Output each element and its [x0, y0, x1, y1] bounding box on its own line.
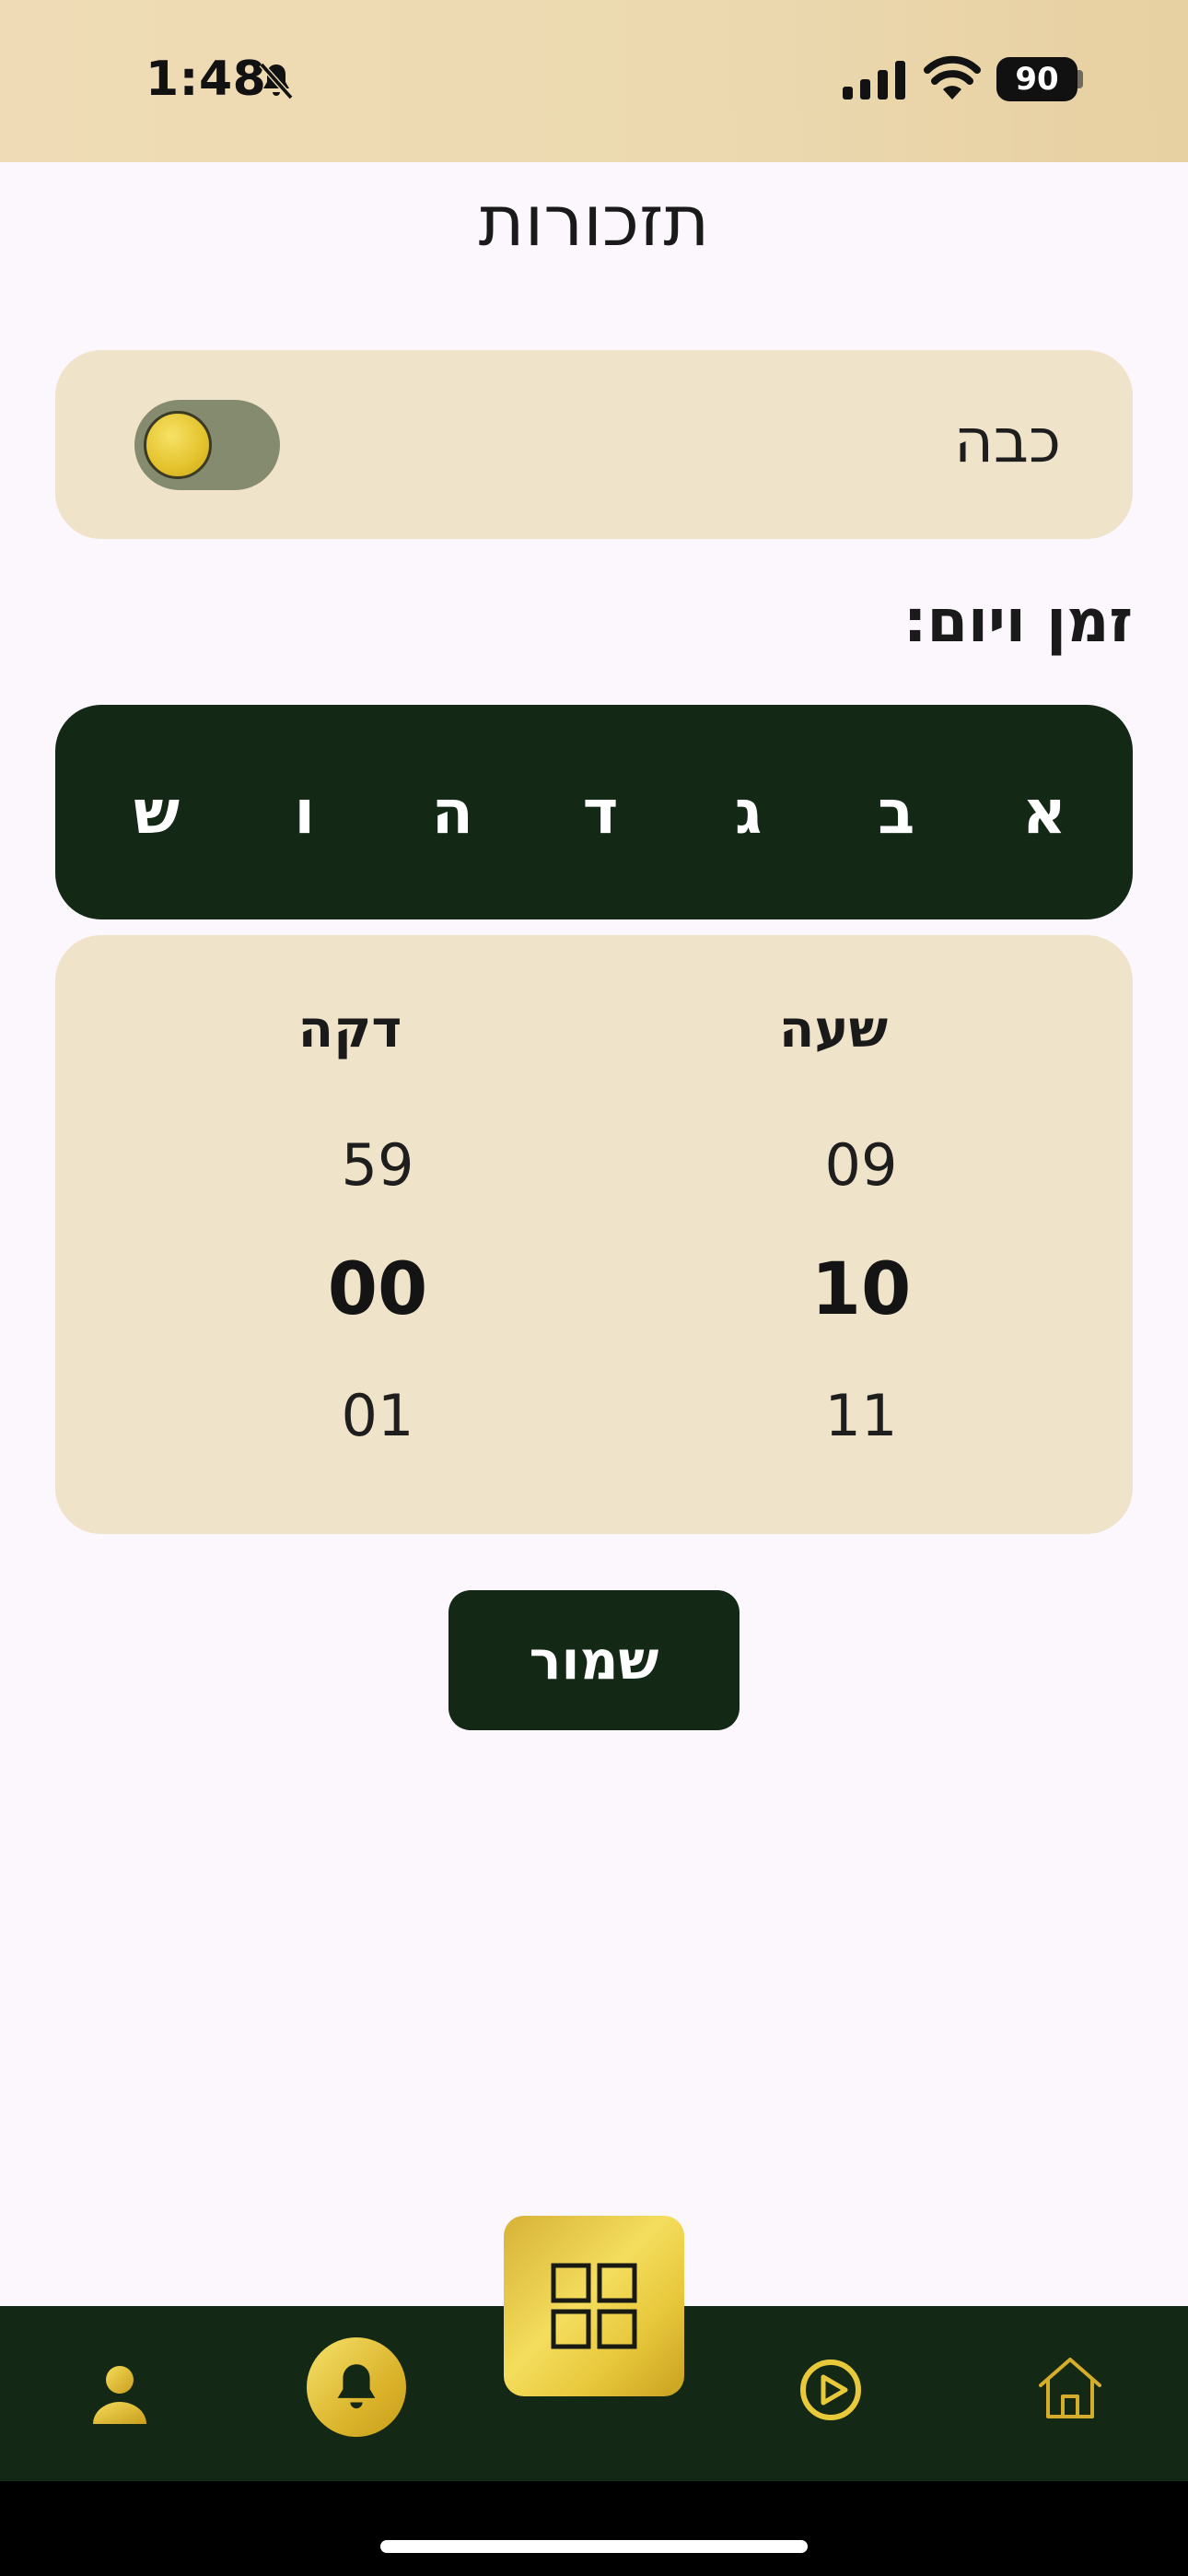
day-item-sunday[interactable]: א	[1017, 777, 1072, 848]
page-title: תזכורות	[478, 180, 710, 262]
home-indicator-area	[0, 2481, 1188, 2576]
toggle-knob	[144, 411, 212, 479]
hour-option-selected[interactable]: 10	[723, 1248, 999, 1331]
save-button[interactable]: שמור	[448, 1590, 740, 1730]
signal-icon	[843, 61, 905, 100]
hour-option-next[interactable]: 11	[723, 1382, 999, 1449]
minute-label: דקה	[297, 1000, 402, 1060]
toggle-card: כבה	[55, 350, 1133, 539]
bell-icon[interactable]	[307, 2337, 406, 2437]
hour-option-prev[interactable]: 09	[723, 1131, 999, 1199]
day-item-tuesday[interactable]: ג	[721, 777, 776, 848]
wifi-icon	[924, 55, 981, 100]
home-indicator[interactable]	[380, 2540, 808, 2553]
battery-tip	[1077, 70, 1083, 88]
grid-icon[interactable]	[504, 2216, 684, 2396]
day-item-friday[interactable]: ו	[277, 777, 332, 848]
minute-option-prev[interactable]: 59	[239, 1131, 516, 1199]
status-bar: 1:48 90	[0, 0, 1188, 162]
day-item-saturday[interactable]: ש	[129, 777, 184, 848]
play-circle-icon[interactable]	[798, 2357, 864, 2423]
day-item-thursday[interactable]: ה	[425, 777, 480, 848]
hour-label: שעה	[778, 1000, 889, 1060]
day-item-monday[interactable]: ב	[868, 777, 924, 848]
day-item-wednesday[interactable]: ד	[573, 777, 628, 848]
person-icon[interactable]	[87, 2361, 152, 2426]
day-selector: א ב ג ד ה ו ש	[55, 705, 1133, 919]
minute-option-selected[interactable]: 00	[239, 1248, 516, 1331]
reminder-toggle[interactable]	[134, 400, 280, 490]
section-heading: זמן ויום:	[903, 588, 1133, 656]
time-picker: שעה דקה 09 10 11 59 00 01	[55, 935, 1133, 1534]
minute-option-next[interactable]: 01	[239, 1382, 516, 1449]
toggle-label: כבה	[953, 405, 1061, 476]
bell-glyph	[337, 2364, 376, 2409]
status-time: 1:48	[146, 52, 267, 107]
home-icon[interactable]	[1035, 2352, 1105, 2422]
bell-slash-icon	[259, 62, 294, 100]
grid-glyph	[551, 2263, 637, 2349]
battery-icon: 90	[996, 57, 1077, 101]
